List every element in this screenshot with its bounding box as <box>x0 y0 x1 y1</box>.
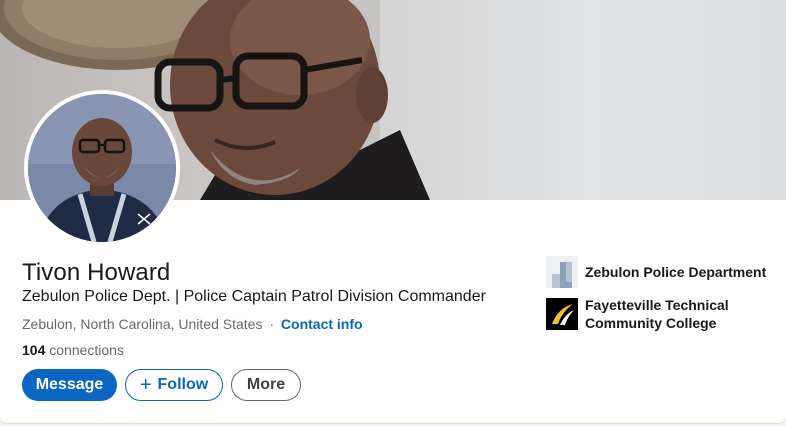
connections-label: connections <box>49 342 124 358</box>
profile-card: Tivon Howard Zebulon Police Dept. | Poli… <box>0 0 786 424</box>
separator-dot: · <box>269 316 275 332</box>
location-line: Zebulon, North Carolina, United States ·… <box>22 316 363 332</box>
more-button[interactable]: More <box>231 369 301 401</box>
org-item-zebulon-police[interactable]: Zebulon Police Department <box>546 256 776 288</box>
connections-line[interactable]: 104 connections <box>22 342 124 358</box>
profile-photo-image <box>28 94 176 242</box>
org-name: Zebulon Police Department <box>585 264 767 280</box>
contact-info-link[interactable]: Contact info <box>281 316 363 332</box>
profile-photo[interactable] <box>24 90 180 246</box>
message-button[interactable]: Message <box>22 369 117 401</box>
follow-button-label: Follow <box>157 376 209 393</box>
profile-location: Zebulon, North Carolina, United States <box>22 316 263 332</box>
organizations-list: Zebulon Police Department Fayetteville T… <box>546 256 776 340</box>
plus-icon: + <box>139 374 152 396</box>
org-item-ftcc[interactable]: Fayetteville Technical Community College <box>546 296 776 332</box>
profile-headline: Zebulon Police Dept. | Police Captain Pa… <box>22 288 486 305</box>
profile-actions: Message + Follow More <box>22 369 301 401</box>
ftcc-logo-icon <box>546 298 578 330</box>
connections-count: 104 <box>22 342 46 358</box>
building-logo-placeholder-icon <box>546 256 578 288</box>
profile-name: Tivon Howard <box>22 259 171 286</box>
follow-button[interactable]: + Follow <box>125 369 223 401</box>
org-name: Fayetteville Technical Community College <box>585 297 729 331</box>
